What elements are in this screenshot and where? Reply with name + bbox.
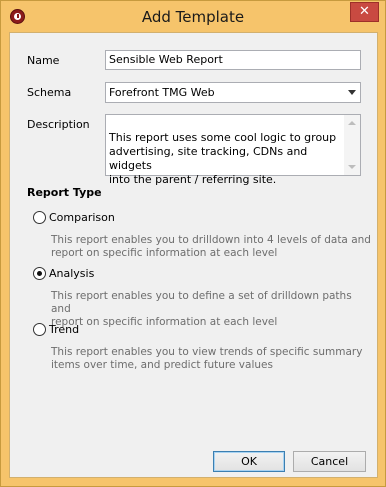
description-label: Description <box>27 118 90 131</box>
window-title: Add Template <box>141 8 245 26</box>
comparison-description: This report enables you to drilldown int… <box>51 234 371 259</box>
name-field[interactable]: Sensible Web Report <box>105 50 361 70</box>
name-label: Name <box>27 54 60 67</box>
title-bar[interactable]: Add Template ✕ <box>1 1 385 31</box>
radio-trend[interactable]: Trend <box>33 323 79 336</box>
radio-comparison[interactable]: Comparison <box>33 211 115 224</box>
add-template-dialog: Add Template ✕ Name Sensible Web Report … <box>0 0 386 487</box>
dialog-body: Name Sensible Web Report Schema Forefron… <box>9 32 378 478</box>
report-type-heading: Report Type <box>27 186 102 199</box>
schema-select[interactable]: Forefront TMG Web <box>105 82 361 103</box>
chevron-down-icon <box>348 90 356 95</box>
scroll-down-icon[interactable] <box>348 165 356 169</box>
analysis-description: This report enables you to define a set … <box>51 290 352 328</box>
close-icon: ✕ <box>359 4 370 19</box>
close-button[interactable]: ✕ <box>350 2 379 22</box>
radio-label: Trend <box>49 323 80 336</box>
description-textarea[interactable]: This report uses some cool logic to grou… <box>105 114 361 186</box>
schema-label: Schema <box>27 86 72 99</box>
radio-label: Analysis <box>49 267 95 280</box>
scroll-up-icon[interactable] <box>348 121 356 125</box>
radio-button-selected-icon[interactable] <box>33 267 46 280</box>
radio-button-icon[interactable] <box>33 211 46 224</box>
radio-button-icon[interactable] <box>33 323 46 336</box>
ok-button[interactable]: OK <box>213 451 285 472</box>
trend-description: This report enables you to view trends o… <box>51 346 363 371</box>
cancel-button[interactable]: Cancel <box>293 451 366 472</box>
description-text: This report uses some cool logic to grou… <box>109 131 337 186</box>
radio-label: Comparison <box>49 211 115 224</box>
description-scrollbar[interactable] <box>344 115 360 175</box>
schema-selected-value: Forefront TMG Web <box>109 86 215 99</box>
radio-analysis[interactable]: Analysis <box>33 267 94 280</box>
